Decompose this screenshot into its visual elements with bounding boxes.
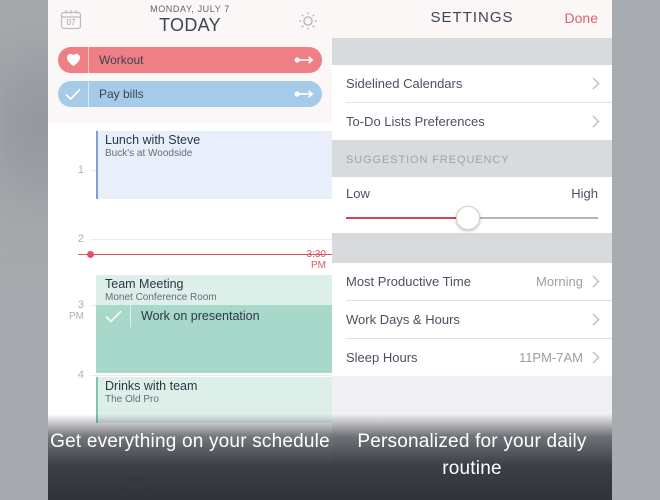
- row-label: Most Productive Time: [346, 274, 471, 289]
- event-location: Monet Conference Room: [105, 292, 217, 303]
- hour-gutter: 1 2 3 PM 4: [48, 123, 90, 423]
- row-value: Morning: [536, 274, 583, 289]
- settings-row-sidelined-calendars[interactable]: Sidelined Calendars: [332, 65, 612, 102]
- section-title: SUGGESTION FREQUENCY: [346, 154, 510, 166]
- heart-icon: [58, 47, 88, 73]
- event-location: Buck's at Woodside: [105, 148, 193, 159]
- event-lunch-with-steve[interactable]: Lunch with Steve Buck's at Woodside: [96, 131, 332, 199]
- event-team-meeting[interactable]: Team Meeting Monet Conference Room: [96, 275, 332, 305]
- hour-label-1: 1: [77, 164, 84, 176]
- suggestion-frequency-section-header: SUGGESTION FREQUENCY: [332, 140, 612, 177]
- todo-item-workout[interactable]: Workout: [58, 47, 322, 73]
- suggestion-frequency-slider-row[interactable]: Low High: [332, 177, 612, 233]
- event-drinks-with-team[interactable]: Drinks with team The Old Pro: [96, 377, 332, 423]
- current-time-dot: [87, 251, 94, 258]
- slider-thumb[interactable]: [455, 206, 480, 230]
- current-time-label: 3:30 PM: [307, 249, 326, 271]
- event-title: Drinks with team: [105, 379, 198, 393]
- arrow-right-icon[interactable]: [288, 89, 322, 99]
- chevron-right-icon: [592, 115, 600, 128]
- settings-header: SETTINGS Done: [332, 0, 612, 38]
- task-work-on-presentation[interactable]: Work on presentation: [96, 305, 332, 373]
- settings-row-todo-lists-preferences[interactable]: To-Do Lists Preferences: [332, 103, 612, 140]
- row-value: 11PM-7AM: [518, 350, 583, 365]
- check-icon: [58, 81, 88, 107]
- chevron-right-icon: [592, 313, 600, 326]
- event-accent-bar: [96, 377, 98, 423]
- event-accent-bar: [96, 131, 98, 199]
- settings-row-work-days-hours[interactable]: Work Days & Hours: [332, 301, 612, 338]
- settings-group-one: Sidelined Calendars To-Do Lists Preferen…: [332, 65, 612, 140]
- chevron-right-icon: [592, 77, 600, 90]
- todo-pill-list: Workout Pay bills: [48, 44, 332, 123]
- check-icon[interactable]: [96, 305, 130, 327]
- settings-row-sleep-hours[interactable]: Sleep Hours 11PM-7AM: [332, 339, 612, 376]
- slider-track[interactable]: [346, 206, 598, 230]
- calendar-today-label: TODAY: [159, 15, 221, 35]
- hour-label-2: 2: [77, 233, 84, 245]
- screenshot-stage: 07 MONDAY, JULY 7 TODAY Workout Pay bill…: [0, 0, 660, 500]
- calendar-title-block: MONDAY, JULY 7 TODAY: [48, 3, 332, 36]
- settings-group-two: Most Productive Time Morning Work Days &…: [332, 263, 612, 376]
- task-label: Work on presentation: [141, 309, 260, 323]
- todo-label: Workout: [99, 53, 144, 67]
- gear-icon[interactable]: [296, 9, 320, 33]
- slider-high-label: High: [571, 186, 598, 201]
- slider-low-label: Low: [346, 186, 370, 201]
- row-label: Sleep Hours: [346, 350, 418, 365]
- current-time-line: [78, 254, 332, 255]
- hour-gridline: [90, 239, 332, 240]
- calendar-date-line: MONDAY, JULY 7: [150, 4, 230, 14]
- todo-label: Pay bills: [99, 87, 144, 101]
- settings-spacer: [332, 233, 612, 263]
- done-button[interactable]: Done: [565, 10, 598, 26]
- calendar-header: 07 MONDAY, JULY 7 TODAY: [48, 0, 332, 44]
- hour-label-4: 4: [77, 369, 84, 381]
- todo-item-pay-bills[interactable]: Pay bills: [58, 81, 322, 107]
- settings-row-most-productive-time[interactable]: Most Productive Time Morning: [332, 263, 612, 300]
- slider-end-labels: Low High: [346, 186, 598, 201]
- tabbar-calendar-icon[interactable]: [126, 474, 146, 496]
- slider-fill: [346, 217, 467, 219]
- settings-panel: SETTINGS Done Sidelined Calendars To-Do …: [332, 0, 612, 500]
- arrow-right-icon[interactable]: [288, 55, 322, 65]
- event-title: Lunch with Steve: [105, 133, 201, 147]
- event-location: The Old Pro: [105, 394, 159, 405]
- hour-gridline: [90, 375, 332, 376]
- settings-spacer: [332, 38, 612, 65]
- row-label: To-Do Lists Preferences: [346, 114, 485, 129]
- hour-label-3: 3 PM: [69, 299, 84, 322]
- row-label: Sidelined Calendars: [346, 76, 463, 91]
- chevron-right-icon: [592, 351, 600, 364]
- row-label: Work Days & Hours: [346, 312, 460, 327]
- chevron-right-icon: [592, 275, 600, 288]
- calendar-panel: 07 MONDAY, JULY 7 TODAY Workout Pay bill…: [48, 0, 332, 500]
- calendar-day-grid[interactable]: 1 2 3 PM 4 3:30 PM L: [48, 123, 332, 423]
- event-title: Team Meeting: [105, 277, 184, 291]
